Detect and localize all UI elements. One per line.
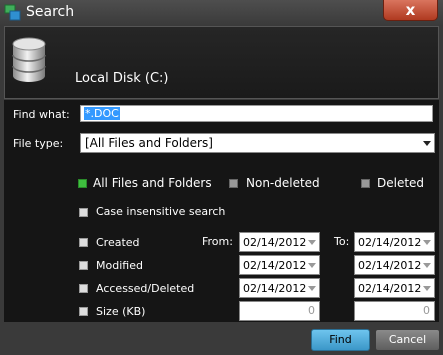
- modified-label: Modified: [96, 259, 143, 272]
- size-from-input[interactable]: 0: [239, 301, 320, 321]
- find-what-input[interactable]: *.DOC: [80, 105, 433, 122]
- cancel-button[interactable]: Cancel: [375, 329, 440, 351]
- size-label: Size (KB): [96, 305, 146, 318]
- date-value: 02/14/2012: [358, 282, 422, 295]
- accessed-deleted-checkbox[interactable]: [79, 284, 88, 293]
- chevron-down-icon: [423, 240, 431, 245]
- created-checkbox[interactable]: [79, 238, 88, 247]
- database-disk-icon: [12, 37, 46, 82]
- file-type-label: File type:: [13, 137, 64, 150]
- modified-to-date[interactable]: 02/14/2012: [354, 255, 435, 275]
- window-title: Search: [26, 4, 75, 20]
- chevron-down-icon: [423, 263, 431, 268]
- chevron-down-icon: [423, 141, 431, 146]
- case-insensitive-label: Case insensitive search: [96, 205, 226, 218]
- case-insensitive-checkbox[interactable]: [79, 208, 88, 217]
- search-form: Find what: *.DOC File type: [All Files a…: [4, 100, 439, 322]
- close-icon: x: [405, 1, 416, 19]
- to-label: To:: [334, 235, 350, 248]
- chevron-down-icon: [308, 240, 316, 245]
- disk-header: Local Disk (C:): [4, 26, 439, 99]
- date-value: 02/14/2012: [358, 259, 422, 272]
- search-app-icon: [4, 4, 21, 21]
- from-label: From:: [202, 235, 233, 248]
- search-dialog: Search x Local Disk (C:) Find what: *.DO…: [0, 0, 443, 355]
- disk-label: Local Disk (C:): [75, 71, 169, 86]
- date-value: 02/14/2012: [243, 282, 307, 295]
- modified-from-date[interactable]: 02/14/2012: [239, 255, 320, 275]
- radio-unselected-icon: [361, 179, 370, 188]
- radio-unselected-icon: [229, 179, 238, 188]
- radio-selected-icon: [78, 179, 87, 188]
- file-type-select[interactable]: [All Files and Folders]: [80, 133, 435, 153]
- date-value: 02/14/2012: [243, 259, 307, 272]
- accessed-deleted-label: Accessed/Deleted: [96, 282, 195, 295]
- modified-checkbox[interactable]: [79, 261, 88, 270]
- created-to-date[interactable]: 02/14/2012: [354, 232, 435, 252]
- file-type-value: [All Files and Folders]: [85, 136, 213, 150]
- title-bar[interactable]: Search x: [0, 0, 443, 26]
- find-button[interactable]: Find: [311, 329, 370, 351]
- created-label: Created: [96, 236, 140, 249]
- chevron-down-icon: [308, 286, 316, 291]
- chevron-down-icon: [423, 286, 431, 291]
- size-checkbox[interactable]: [79, 307, 88, 316]
- created-from-date[interactable]: 02/14/2012: [239, 232, 320, 252]
- accessed-to-date[interactable]: 02/14/2012: [354, 278, 435, 298]
- find-what-value: *.DOC: [84, 107, 120, 120]
- close-button[interactable]: x: [383, 0, 438, 21]
- radio-label: Deleted: [377, 176, 425, 190]
- size-to-input[interactable]: 0: [354, 301, 435, 321]
- radio-label: Non-deleted: [246, 176, 320, 190]
- accessed-from-date[interactable]: 02/14/2012: [239, 278, 320, 298]
- find-what-label: Find what:: [13, 108, 70, 121]
- date-value: 02/14/2012: [358, 236, 422, 249]
- date-value: 02/14/2012: [243, 236, 307, 249]
- dialog-footer: Find Cancel: [0, 322, 443, 355]
- chevron-down-icon: [308, 263, 316, 268]
- radio-label: All Files and Folders: [93, 176, 212, 190]
